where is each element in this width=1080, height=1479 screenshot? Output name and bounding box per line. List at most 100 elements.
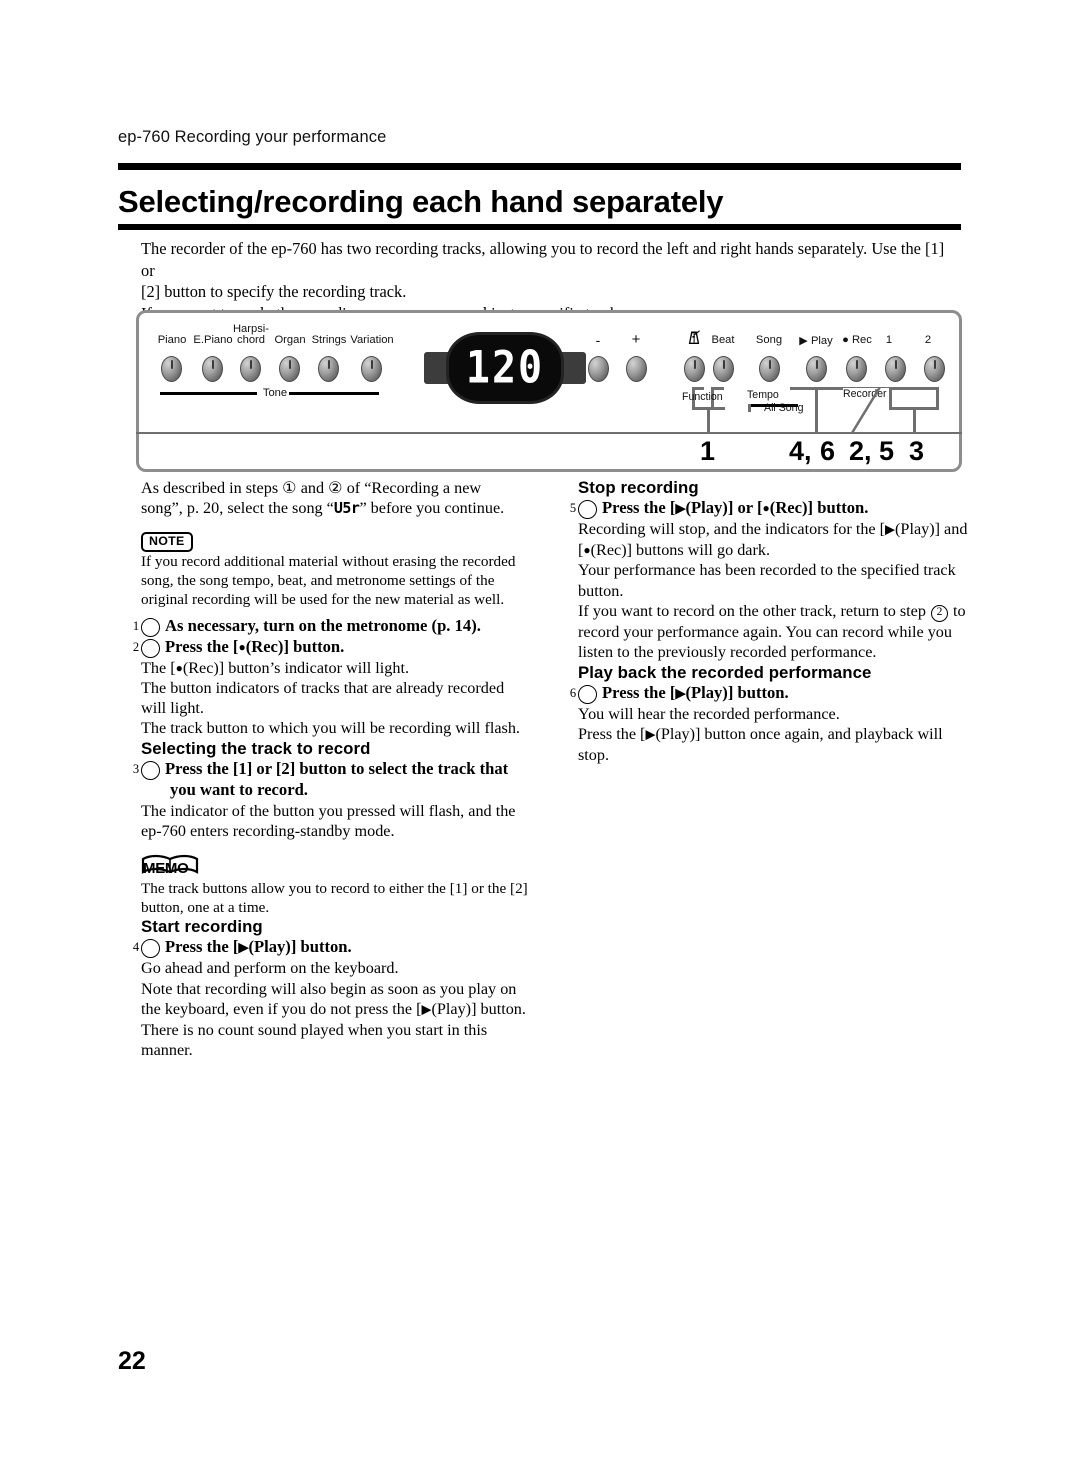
metronome-icon xyxy=(688,330,700,344)
callout-5: 5 xyxy=(879,436,895,466)
panel-label-track1: 1 xyxy=(885,334,893,346)
step-2-detail-1a: The [ xyxy=(141,658,176,677)
play-triangle-icon: ▶ xyxy=(238,939,249,955)
panel-button-play[interactable] xyxy=(806,356,827,382)
panel-button-plus[interactable] xyxy=(626,356,647,382)
step-3-number: 3 xyxy=(133,761,160,781)
panel-button-beat[interactable] xyxy=(713,356,734,382)
panel-button-organ[interactable] xyxy=(279,356,300,382)
step-4: 4 Press the [▶(Play)] button. xyxy=(133,937,528,959)
step-1-number: 1 xyxy=(133,617,160,637)
left-column: As described in steps ① and ② of “Record… xyxy=(133,478,528,1061)
left-intro-line2: song”, p. 20, select the song “U5r” befo… xyxy=(141,498,528,518)
step-2-detail-3: The track button to which you will be re… xyxy=(141,719,520,738)
memo-label: MEMO xyxy=(143,860,189,878)
heading-selecting-track: Selecting the track to record xyxy=(141,738,371,758)
header-rule-bottom xyxy=(118,224,961,230)
step-2-text-b: (Rec)] button. xyxy=(245,636,345,656)
step-4-detail-1: Go ahead and perform on the keyboard. xyxy=(141,959,399,978)
leader-line-2-5 xyxy=(850,387,882,433)
panel-button-song[interactable] xyxy=(759,356,780,382)
panel-button-variation[interactable] xyxy=(361,356,382,382)
callout-1: 1 xyxy=(700,436,716,466)
heading-stop-recording: Stop recording xyxy=(578,478,699,497)
track-bracket-left xyxy=(889,387,892,409)
panel-divider-line xyxy=(136,432,962,434)
tone-label-variation: Variation xyxy=(350,334,394,346)
tone-bracket-right xyxy=(289,392,379,395)
panel-button-harpsichord[interactable] xyxy=(240,356,261,382)
panel-button-piano[interactable] xyxy=(161,356,182,382)
header-rule-top xyxy=(118,163,961,170)
all-song-bracket-left xyxy=(748,404,751,412)
intro-line-1: The recorder of the ep-760 has two recor… xyxy=(141,239,945,280)
step-6-text-a: Press the [ xyxy=(602,682,676,702)
callout-4: 4, xyxy=(789,436,812,466)
panel-label-minus: - xyxy=(595,332,601,348)
function-bracket-right-tick xyxy=(711,387,724,390)
tone-label-piano: Piano xyxy=(157,334,187,346)
heading-play-back: Play back the recorded performance xyxy=(578,662,872,682)
tone-bracket-left xyxy=(160,392,257,395)
step-5-text-b: (Play)] or [ xyxy=(685,498,763,518)
step-1-text: As necessary, turn on the metronome (p. … xyxy=(165,615,481,635)
step-4-text-a: Press the [ xyxy=(165,937,239,957)
step-2-detail-1b: (Rec)] button’s indicator will light. xyxy=(182,658,409,677)
play-triangle-icon: ▶ xyxy=(885,521,896,537)
all-song-group-label: All Song xyxy=(764,402,804,414)
panel-label-play: ▶ Play xyxy=(799,335,833,347)
step-3-detail: The indicator of the button you pressed … xyxy=(141,801,516,840)
tempo-group-label: Tempo xyxy=(747,389,779,401)
page-title: Selecting/recording each hand separately xyxy=(118,184,724,219)
running-head: ep-760 Recording your performance xyxy=(118,128,387,146)
step-5-detail-1: Recording will stop, and the indicators … xyxy=(578,519,971,560)
step-5-detail-3: If you want to record on the other track… xyxy=(578,601,971,663)
panel-button-track2[interactable] xyxy=(924,356,945,382)
callout-6: 6 xyxy=(820,436,836,466)
recorder-bracket-line-2 xyxy=(889,387,939,390)
panel-button-metronome[interactable] xyxy=(684,356,705,382)
step-2-detail-1: The [●(Rec)] button’s indicator will lig… xyxy=(141,658,528,678)
tone-group-label: Tone xyxy=(262,387,288,399)
note-text: If you record additional material withou… xyxy=(141,552,516,608)
memo-block: MEMO The track buttons allow you to reco… xyxy=(141,854,528,917)
step-3: 3 Press the [1] or [2] button to select t… xyxy=(133,759,528,801)
step-2-text-a: Press the [ xyxy=(165,636,239,656)
manual-page: ep-760 Recording your performance Select… xyxy=(0,0,1080,1479)
step-5-number: 5 xyxy=(570,500,597,520)
step-4-text-b: (Play)] button. xyxy=(248,937,352,957)
step-4-number: 4 xyxy=(133,939,160,959)
panel-label-beat: Beat xyxy=(711,334,735,346)
step-6-detail-2: Press the [▶(Play)] button once again, a… xyxy=(578,724,971,765)
panel-label-song: Song xyxy=(755,334,783,346)
panel-label-track2: 2 xyxy=(924,334,932,346)
panel-button-epiano[interactable] xyxy=(202,356,223,382)
play-triangle-icon: ▶ xyxy=(675,685,686,701)
note-badge: NOTE xyxy=(141,531,193,552)
led-value: 120 xyxy=(465,342,545,394)
led-display: 120 xyxy=(424,332,586,404)
step-5-detail-2: Your performance has been recorded to th… xyxy=(578,561,956,600)
step-5-detail-3-number: 2 xyxy=(930,604,948,622)
play-triangle-icon: ▶ xyxy=(645,726,656,742)
panel-button-strings[interactable] xyxy=(318,356,339,382)
panel-button-minus[interactable] xyxy=(588,356,609,382)
step-1: 1 As necessary, turn on the metronome (p.… xyxy=(133,615,528,637)
step-6: 6 Press the [▶(Play)] button. xyxy=(570,682,971,704)
memo-badge: MEMO xyxy=(141,854,528,879)
rec-dot-icon: ● xyxy=(762,501,770,516)
led-screen: 120 xyxy=(446,332,564,404)
step-5-text-a: Press the [ xyxy=(602,498,676,518)
step-5-text-c: (Rec)] button. xyxy=(769,498,869,518)
step-4-detail-2: Note that recording will also begin as s… xyxy=(141,979,528,1061)
lcd-song-name: U5r xyxy=(333,499,360,518)
intro-line-2: [2] button to specify the recording trac… xyxy=(141,282,407,301)
right-column: Stop recording 5 Press the [▶(Play)] or [… xyxy=(570,478,971,765)
step-6-detail-1: You will hear the recorded performance. xyxy=(578,704,840,723)
panel-button-track1[interactable] xyxy=(885,356,906,382)
memo-text: The track buttons allow you to record to… xyxy=(141,880,528,917)
panel-button-rec[interactable] xyxy=(846,356,867,382)
callout-3: 3 xyxy=(909,436,925,466)
